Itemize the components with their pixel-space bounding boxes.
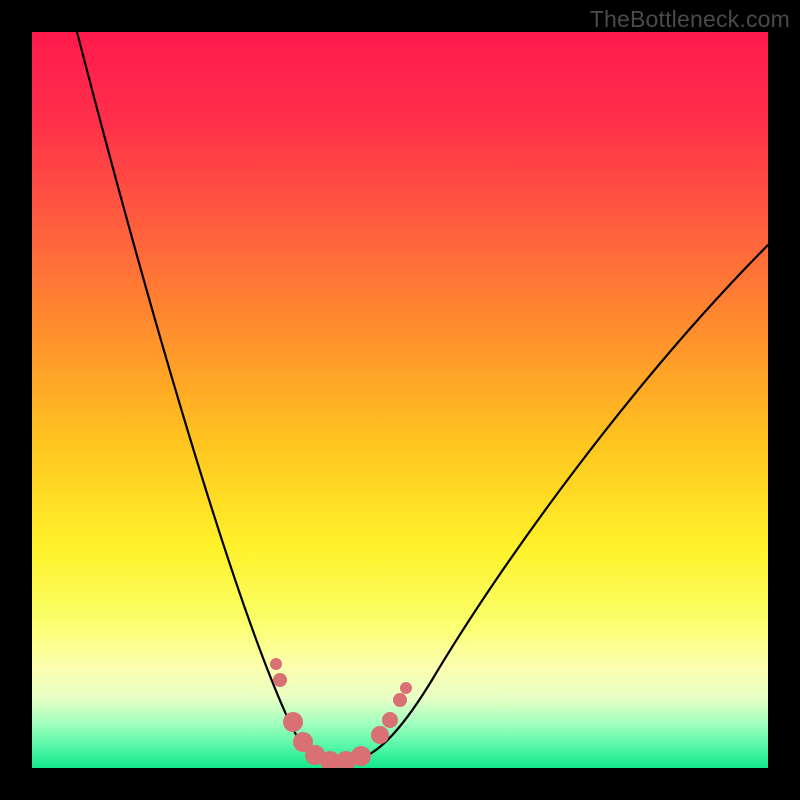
- attribution-text: TheBottleneck.com: [590, 6, 790, 33]
- bottleneck-chart: [32, 32, 768, 768]
- valley-marker: [270, 658, 282, 670]
- valley-marker: [273, 673, 287, 687]
- valley-marker: [393, 693, 407, 707]
- valley-marker: [351, 746, 371, 766]
- valley-marker: [283, 712, 303, 732]
- valley-marker: [371, 726, 389, 744]
- valley-marker: [382, 712, 398, 728]
- valley-marker: [400, 682, 412, 694]
- gradient-background: [32, 32, 768, 768]
- chart-frame: [32, 32, 768, 768]
